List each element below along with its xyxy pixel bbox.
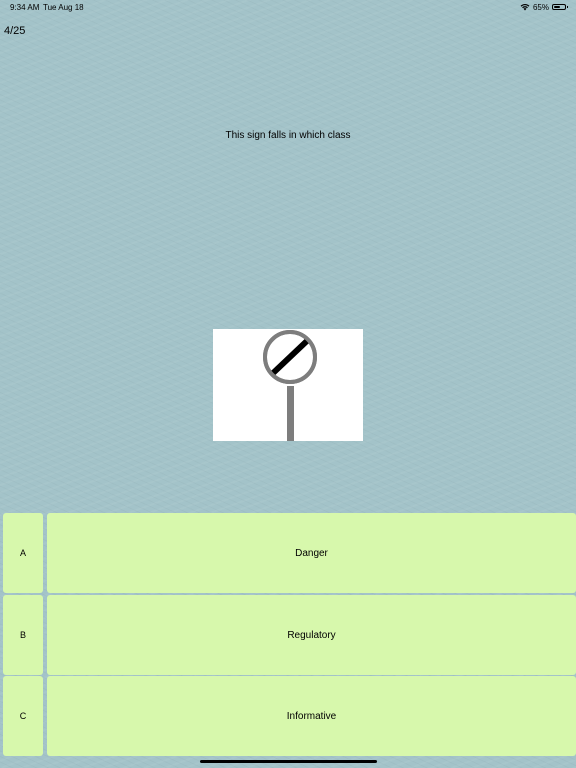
answer-letter-button-b[interactable]: B	[3, 595, 43, 675]
answer-letter-button-a[interactable]: A	[3, 513, 43, 593]
status-date: Tue Aug 18	[43, 3, 84, 12]
answer-option-a: A Danger	[3, 513, 576, 593]
sign-image	[213, 329, 363, 441]
answer-letter-button-c[interactable]: C	[3, 676, 43, 756]
answer-option-c: C Informative	[3, 676, 576, 756]
answer-text-button-a[interactable]: Danger	[47, 513, 576, 593]
question-counter: 4/25	[4, 25, 26, 37]
end-of-restriction-sign-icon	[263, 330, 317, 441]
battery-fill	[554, 6, 560, 8]
status-indicators: 65%	[520, 2, 568, 12]
answer-option-b: B Regulatory	[3, 595, 576, 675]
battery-percentage: 65%	[532, 2, 549, 12]
answer-text-button-c[interactable]: Informative	[47, 676, 576, 756]
status-bar: 9:34 AM Tue Aug 18 65%	[0, 0, 576, 14]
wifi-icon	[520, 3, 530, 11]
battery-cap	[566, 6, 568, 8]
question-text: This sign falls in which class	[225, 130, 351, 141]
status-time: 9:34 AM	[10, 3, 40, 12]
battery-icon	[552, 4, 568, 10]
sign-post	[287, 386, 294, 441]
home-indicator[interactable]	[200, 760, 377, 763]
answer-text-button-b[interactable]: Regulatory	[47, 595, 576, 675]
